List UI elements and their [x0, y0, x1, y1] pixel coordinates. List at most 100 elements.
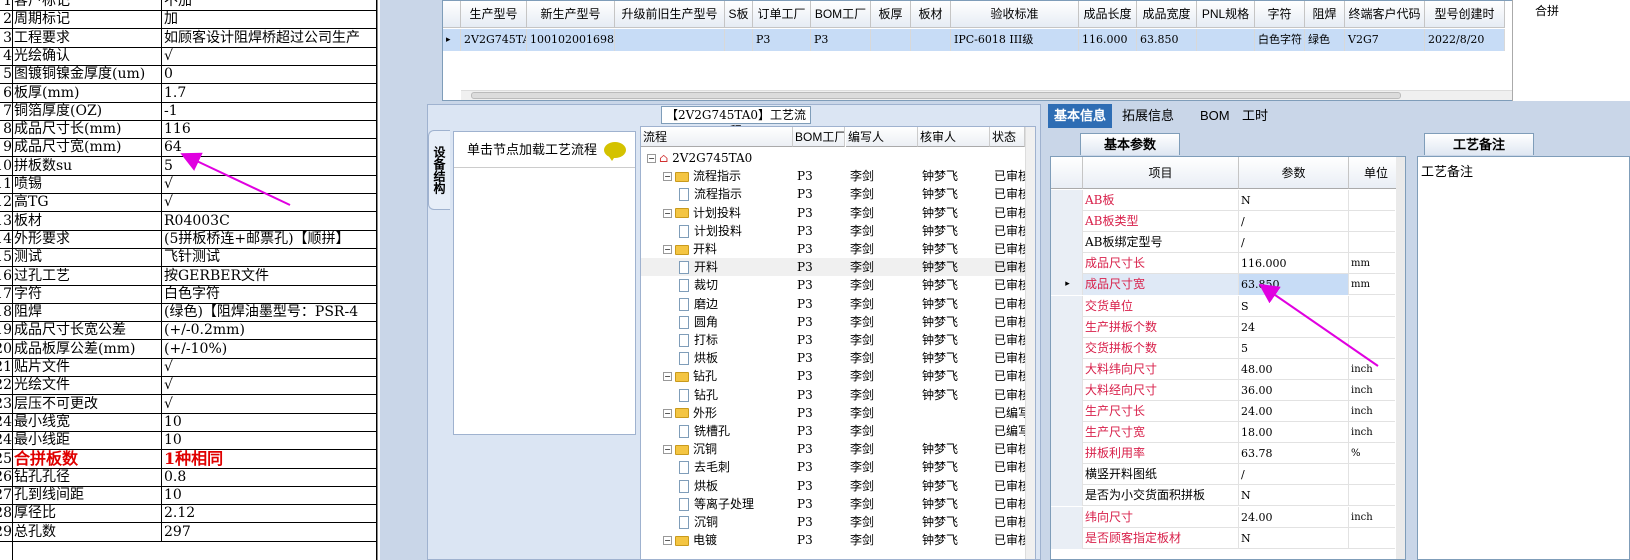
- field-value[interactable]: 2.12: [161, 504, 376, 523]
- tree-column-header[interactable]: 编写人: [846, 127, 918, 147]
- tree-row[interactable]: 烘板 P3 李剑 钟梦飞 已审核: [641, 349, 1025, 367]
- param-value[interactable]: 63.78: [1239, 443, 1349, 465]
- collapse-toggle-icon[interactable]: −: [647, 154, 656, 163]
- tree-node[interactable]: − 流程指示: [641, 167, 793, 185]
- param-value[interactable]: S: [1239, 295, 1349, 317]
- param-row[interactable]: 纬向尺寸24.00inchY: [1051, 506, 1404, 528]
- field-value[interactable]: 0: [161, 65, 376, 84]
- tree-node[interactable]: 钻孔: [641, 386, 793, 404]
- field-value[interactable]: 白色字符: [161, 284, 376, 303]
- field-value[interactable]: (+/-0.2mm): [161, 321, 376, 340]
- tree-node[interactable]: − ⌂ 2V2G745TA0: [641, 149, 793, 167]
- param-value[interactable]: N: [1239, 527, 1349, 549]
- field-value[interactable]: 如顾客设计阻焊桥超过公司生产: [161, 28, 376, 47]
- param-value[interactable]: 24.00: [1239, 401, 1349, 422]
- tab-basic-info[interactable]: 基本信息: [1048, 104, 1113, 128]
- tree-row[interactable]: 沉铜 P3 李剑 钟梦飞 已审核: [641, 513, 1025, 531]
- tab-extended-info[interactable]: 拓展信息: [1116, 104, 1180, 128]
- column-header[interactable]: 升级前旧生产型号: [615, 1, 725, 28]
- field-value[interactable]: 0.8: [161, 467, 376, 486]
- column-header[interactable]: BOM工厂: [811, 1, 871, 28]
- param-row[interactable]: 生产尺寸长24.00inchY: [1051, 401, 1404, 422]
- param-value[interactable]: N: [1239, 190, 1349, 211]
- field-value[interactable]: (+/-10%): [161, 339, 376, 358]
- tree-row[interactable]: 等离子处理 P3 李剑 钟梦飞 已审核: [641, 495, 1025, 513]
- param-row[interactable]: 交货拼板个数5Y: [1051, 337, 1404, 359]
- tab-process-notes[interactable]: 工艺备注: [1424, 133, 1534, 155]
- field-value[interactable]: √: [161, 358, 376, 376]
- tree-node[interactable]: − 钻孔: [641, 367, 793, 385]
- param-value[interactable]: N: [1239, 485, 1349, 507]
- field-value[interactable]: √: [161, 394, 376, 413]
- tree-row[interactable]: 磨边 P3 李剑 钟梦飞 已审核: [641, 295, 1025, 313]
- tree-row[interactable]: − 开料 P3 李剑 钟梦飞 已审核: [641, 240, 1025, 258]
- field-value[interactable]: (绿色)【阻焊油墨型号：PSR-4: [161, 303, 376, 322]
- tree-node[interactable]: 磨边: [641, 295, 793, 313]
- param-grid[interactable]: 项目参数单位信 AB板NNAB板类型/NAB板绑定型号/N成品尺寸长116.00…: [1050, 156, 1406, 560]
- collapse-toggle-icon[interactable]: −: [663, 445, 672, 455]
- tree-column-header[interactable]: 核审人: [918, 127, 990, 147]
- grid-cell[interactable]: [871, 29, 911, 51]
- tree-node[interactable]: − 沉铜: [641, 440, 793, 458]
- tree-row[interactable]: 流程指示 P3 李剑 钟梦飞 已审核: [641, 185, 1025, 203]
- tree-row[interactable]: 烘板 P3 李剑 钟梦飞 已审核: [641, 477, 1025, 495]
- param-row[interactable]: AB板绑定型号/N: [1051, 232, 1404, 254]
- column-header[interactable]: 型号创建时: [1425, 1, 1505, 28]
- param-column-header[interactable]: 参数: [1239, 157, 1349, 189]
- tree-node[interactable]: 流程指示: [641, 185, 793, 203]
- param-column-header[interactable]: 项目: [1083, 157, 1239, 189]
- tree-vscrollbar[interactable]: [1025, 127, 1035, 559]
- column-header[interactable]: 订单工厂: [753, 1, 811, 28]
- field-value[interactable]: 64: [161, 138, 376, 157]
- tree-row[interactable]: − ⌂ 2V2G745TA0: [641, 149, 1025, 167]
- param-row[interactable]: ▸成品尺寸宽63.850mmY: [1051, 274, 1404, 296]
- field-value[interactable]: √: [161, 175, 376, 193]
- param-row[interactable]: 交货单位SY: [1051, 295, 1404, 317]
- tree-row[interactable]: − 外形 P3 李剑 已编写: [641, 404, 1025, 422]
- tree-row[interactable]: 计划投料 P3 李剑 钟梦飞 已审核: [641, 222, 1025, 240]
- collapse-toggle-icon[interactable]: −: [663, 536, 672, 546]
- column-header[interactable]: 新生产型号: [527, 1, 615, 28]
- tree-node[interactable]: 打标: [641, 331, 793, 349]
- field-value[interactable]: 5: [161, 156, 376, 175]
- field-value[interactable]: 加: [161, 10, 376, 29]
- process-notes-panel[interactable]: 工艺备注: [1417, 156, 1630, 560]
- grid-cell[interactable]: 10010200169860: [527, 29, 615, 51]
- param-row[interactable]: AB板类型/N: [1051, 211, 1404, 233]
- param-row[interactable]: 横竖开料图纸/Y: [1051, 464, 1404, 486]
- param-row[interactable]: 拼板利用率63.78%Y: [1051, 443, 1404, 465]
- column-header[interactable]: 终端客户代码: [1345, 1, 1425, 28]
- tree-row[interactable]: − 流程指示 P3 李剑 钟梦飞 已审核: [641, 167, 1025, 185]
- param-value[interactable]: 48.00: [1239, 358, 1349, 380]
- tree-row[interactable]: − 计划投料 P3 李剑 钟梦飞 已审核: [641, 204, 1025, 222]
- tree-row[interactable]: 钻孔 P3 李剑 钟梦飞 已审核: [641, 386, 1025, 404]
- param-row[interactable]: 生产尺寸宽18.00inchY: [1051, 422, 1404, 444]
- field-value[interactable]: 1.7: [161, 83, 376, 102]
- grid-cell[interactable]: IPC-6018 III级: [951, 29, 1079, 51]
- tab-basic-params[interactable]: 基本参数: [1080, 133, 1180, 155]
- param-value[interactable]: 24: [1239, 316, 1349, 338]
- column-header[interactable]: 验收标准: [951, 1, 1079, 28]
- tree-node[interactable]: 等离子处理: [641, 495, 793, 513]
- grid-cell[interactable]: 白色字符: [1255, 29, 1305, 51]
- column-header[interactable]: 板厚: [871, 1, 911, 28]
- tree-row[interactable]: 圆角 P3 李剑 钟梦飞 已审核: [641, 313, 1025, 331]
- field-value[interactable]: (5拼板桥连+邮票孔)【顺拼】: [161, 229, 376, 248]
- tree-node[interactable]: 计划投料: [641, 222, 793, 240]
- grid-cell[interactable]: V2G7: [1345, 29, 1425, 51]
- tab-work-hours[interactable]: 工时: [1236, 104, 1274, 128]
- field-value[interactable]: 297: [161, 522, 376, 541]
- tree-row[interactable]: 开料 P3 李剑 钟梦飞 已审核: [641, 258, 1025, 277]
- param-value[interactable]: /: [1239, 211, 1349, 233]
- field-value[interactable]: 10: [161, 486, 376, 505]
- column-header[interactable]: 生产型号: [461, 1, 527, 28]
- collapse-toggle-icon[interactable]: −: [663, 245, 672, 254]
- tree-node[interactable]: 去毛刺: [641, 458, 793, 476]
- grid-cell[interactable]: 63.850: [1137, 29, 1197, 51]
- param-row[interactable]: 大料经向尺寸36.00inchY: [1051, 379, 1404, 401]
- collapse-toggle-icon[interactable]: −: [663, 372, 672, 382]
- tab-equipment-structure[interactable]: 设备结构: [428, 130, 450, 210]
- param-value[interactable]: /: [1239, 232, 1349, 254]
- field-value[interactable]: 10: [161, 431, 376, 450]
- column-header[interactable]: 阻焊: [1305, 1, 1345, 28]
